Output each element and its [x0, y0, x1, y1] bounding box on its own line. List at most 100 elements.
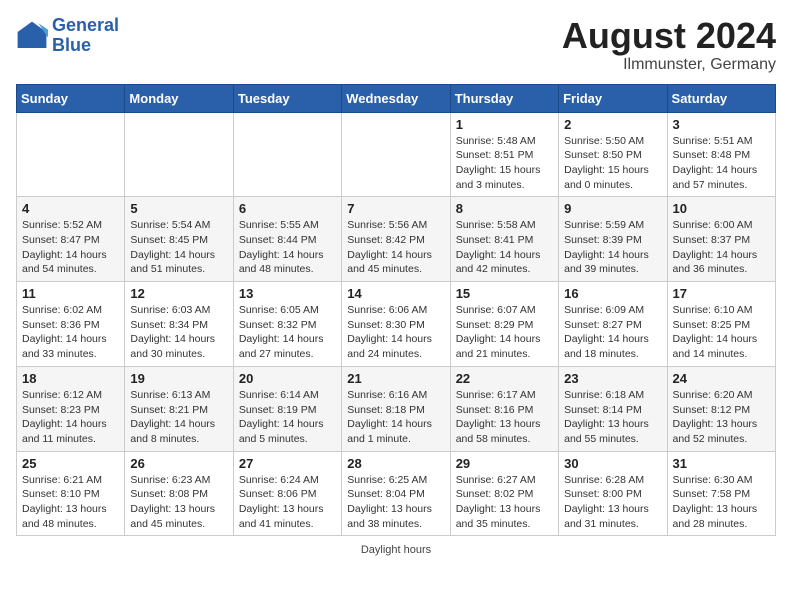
- day-info: Sunrise: 5:58 AMSunset: 8:41 PMDaylight:…: [456, 218, 553, 277]
- day-info: Sunrise: 5:59 AMSunset: 8:39 PMDaylight:…: [564, 218, 661, 277]
- calendar-cell: 20 Sunrise: 6:14 AMSunset: 8:19 PMDayligh…: [233, 366, 341, 451]
- calendar-day-header: Saturday: [667, 84, 775, 112]
- logo-line1: General: [52, 16, 119, 36]
- calendar-cell: 26 Sunrise: 6:23 AMSunset: 8:08 PMDayligh…: [125, 451, 233, 536]
- day-info: Sunrise: 6:17 AMSunset: 8:16 PMDaylight:…: [456, 388, 553, 447]
- calendar-cell: 27 Sunrise: 6:24 AMSunset: 8:06 PMDayligh…: [233, 451, 341, 536]
- day-info: Sunrise: 6:12 AMSunset: 8:23 PMDaylight:…: [22, 388, 119, 447]
- day-info: Sunrise: 6:07 AMSunset: 8:29 PMDaylight:…: [456, 303, 553, 362]
- day-number: 5: [130, 201, 227, 216]
- day-number: 3: [673, 117, 770, 132]
- calendar-cell: 8Sunrise: 5:58 AMSunset: 8:41 PMDaylight…: [450, 197, 558, 282]
- day-info: Sunrise: 6:24 AMSunset: 8:06 PMDaylight:…: [239, 473, 336, 532]
- calendar-cell: 23Sunrise: 6:18 AMSunset: 8:14 PMDayligh…: [559, 366, 667, 451]
- day-number: 21: [347, 371, 444, 386]
- location: Ilmmunster, Germany: [562, 56, 776, 74]
- day-number: 10: [673, 201, 770, 216]
- title-block: August 2024 Ilmmunster, Germany: [562, 16, 776, 74]
- page-header: General Blue August 2024 Ilmmunster, Ger…: [16, 16, 776, 74]
- day-number: 19: [130, 371, 227, 386]
- day-info: Sunrise: 6:27 AMSunset: 8:02 PMDaylight:…: [456, 473, 553, 532]
- day-number: 16: [564, 286, 661, 301]
- day-info: Sunrise: 5:55 AMSunset: 8:44 PMDaylight:…: [239, 218, 336, 277]
- day-info: Sunrise: 6:25 AMSunset: 8:04 PMDaylight:…: [347, 473, 444, 532]
- calendar-cell: 10 Sunrise: 6:00 AMSunset: 8:37 PMDayligh…: [667, 197, 775, 282]
- day-info: Sunrise: 5:48 AMSunset: 8:51 PMDaylight:…: [456, 134, 553, 193]
- calendar-cell: 1 Sunrise: 5:48 AMSunset: 8:51 PMDaylight…: [450, 112, 558, 197]
- calendar-header-row: SundayMondayTuesdayWednesdayThursdayFrid…: [17, 84, 776, 112]
- calendar-cell: 21Sunrise: 6:16 AMSunset: 8:18 PMDayligh…: [342, 366, 450, 451]
- calendar-cell: 6 Sunrise: 5:55 AMSunset: 8:44 PMDaylight…: [233, 197, 341, 282]
- day-number: 6: [239, 201, 336, 216]
- calendar-cell: 19 Sunrise: 6:13 AMSunset: 8:21 PMDayligh…: [125, 366, 233, 451]
- day-info: Sunrise: 6:28 AMSunset: 8:00 PMDaylight:…: [564, 473, 661, 532]
- day-info: Sunrise: 6:05 AMSunset: 8:32 PMDaylight:…: [239, 303, 336, 362]
- calendar-cell: 24Sunrise: 6:20 AMSunset: 8:12 PMDayligh…: [667, 366, 775, 451]
- calendar-day-header: Monday: [125, 84, 233, 112]
- day-number: 29: [456, 456, 553, 471]
- day-number: 27: [239, 456, 336, 471]
- day-number: 31: [673, 456, 770, 471]
- day-number: 22: [456, 371, 553, 386]
- day-info: Sunrise: 5:50 AMSunset: 8:50 PMDaylight:…: [564, 134, 661, 193]
- day-number: 20: [239, 371, 336, 386]
- day-number: 7: [347, 201, 444, 216]
- day-number: 18: [22, 371, 119, 386]
- day-info: Sunrise: 6:23 AMSunset: 8:08 PMDaylight:…: [130, 473, 227, 532]
- day-number: 1: [456, 117, 553, 132]
- logo-icon: [16, 20, 48, 52]
- calendar-day-header: Tuesday: [233, 84, 341, 112]
- day-number: 25: [22, 456, 119, 471]
- day-number: 2: [564, 117, 661, 132]
- calendar-day-header: Sunday: [17, 84, 125, 112]
- day-number: 12: [130, 286, 227, 301]
- calendar-cell: 28 Sunrise: 6:25 AMSunset: 8:04 PMDayligh…: [342, 451, 450, 536]
- day-info: Sunrise: 5:52 AMSunset: 8:47 PMDaylight:…: [22, 218, 119, 277]
- day-number: 17: [673, 286, 770, 301]
- calendar-cell: 4 Sunrise: 5:52 AMSunset: 8:47 PMDaylight…: [17, 197, 125, 282]
- calendar-cell: 30Sunrise: 6:28 AMSunset: 8:00 PMDayligh…: [559, 451, 667, 536]
- day-info: Sunrise: 6:00 AMSunset: 8:37 PMDaylight:…: [673, 218, 770, 277]
- calendar-cell: 12 Sunrise: 6:03 AMSunset: 8:34 PMDayligh…: [125, 282, 233, 367]
- calendar-cell: 31Sunrise: 6:30 AMSunset: 7:58 PMDayligh…: [667, 451, 775, 536]
- day-info: Sunrise: 5:56 AMSunset: 8:42 PMDaylight:…: [347, 218, 444, 277]
- calendar-cell: [233, 112, 341, 197]
- day-number: 4: [22, 201, 119, 216]
- calendar-cell: 18 Sunrise: 6:12 AMSunset: 8:23 PMDayligh…: [17, 366, 125, 451]
- calendar-cell: 2 Sunrise: 5:50 AMSunset: 8:50 PMDaylight…: [559, 112, 667, 197]
- day-info: Sunrise: 6:10 AMSunset: 8:25 PMDaylight:…: [673, 303, 770, 362]
- day-info: Sunrise: 6:03 AMSunset: 8:34 PMDaylight:…: [130, 303, 227, 362]
- logo: General Blue: [16, 16, 119, 56]
- day-info: Sunrise: 6:21 AMSunset: 8:10 PMDaylight:…: [22, 473, 119, 532]
- day-number: 14: [347, 286, 444, 301]
- day-info: Sunrise: 6:09 AMSunset: 8:27 PMDaylight:…: [564, 303, 661, 362]
- calendar-week-row: 25 Sunrise: 6:21 AMSunset: 8:10 PMDayligh…: [17, 451, 776, 536]
- day-info: Sunrise: 6:13 AMSunset: 8:21 PMDaylight:…: [130, 388, 227, 447]
- day-info: Sunrise: 6:14 AMSunset: 8:19 PMDaylight:…: [239, 388, 336, 447]
- calendar-cell: 29 Sunrise: 6:27 AMSunset: 8:02 PMDayligh…: [450, 451, 558, 536]
- footer-label: Daylight hours: [361, 544, 431, 556]
- day-info: Sunrise: 5:54 AMSunset: 8:45 PMDaylight:…: [130, 218, 227, 277]
- calendar-cell: 5 Sunrise: 5:54 AMSunset: 8:45 PMDaylight…: [125, 197, 233, 282]
- calendar-week-row: 18 Sunrise: 6:12 AMSunset: 8:23 PMDayligh…: [17, 366, 776, 451]
- day-number: 9: [564, 201, 661, 216]
- day-info: Sunrise: 6:20 AMSunset: 8:12 PMDaylight:…: [673, 388, 770, 447]
- day-number: 23: [564, 371, 661, 386]
- calendar-cell: [125, 112, 233, 197]
- day-number: 28: [347, 456, 444, 471]
- day-info: Sunrise: 6:02 AMSunset: 8:36 PMDaylight:…: [22, 303, 119, 362]
- calendar-cell: 14Sunrise: 6:06 AMSunset: 8:30 PMDayligh…: [342, 282, 450, 367]
- calendar-cell: 17 Sunrise: 6:10 AMSunset: 8:25 PMDayligh…: [667, 282, 775, 367]
- calendar-day-header: Thursday: [450, 84, 558, 112]
- calendar-cell: 15 Sunrise: 6:07 AMSunset: 8:29 PMDayligh…: [450, 282, 558, 367]
- calendar-cell: [342, 112, 450, 197]
- logo-line2: Blue: [52, 36, 119, 56]
- calendar-table: SundayMondayTuesdayWednesdayThursdayFrid…: [16, 84, 776, 537]
- calendar-cell: 22 Sunrise: 6:17 AMSunset: 8:16 PMDayligh…: [450, 366, 558, 451]
- day-number: 11: [22, 286, 119, 301]
- day-number: 15: [456, 286, 553, 301]
- calendar-cell: 3Sunrise: 5:51 AMSunset: 8:48 PMDaylight…: [667, 112, 775, 197]
- day-number: 26: [130, 456, 227, 471]
- calendar-cell: 13 Sunrise: 6:05 AMSunset: 8:32 PMDayligh…: [233, 282, 341, 367]
- day-number: 13: [239, 286, 336, 301]
